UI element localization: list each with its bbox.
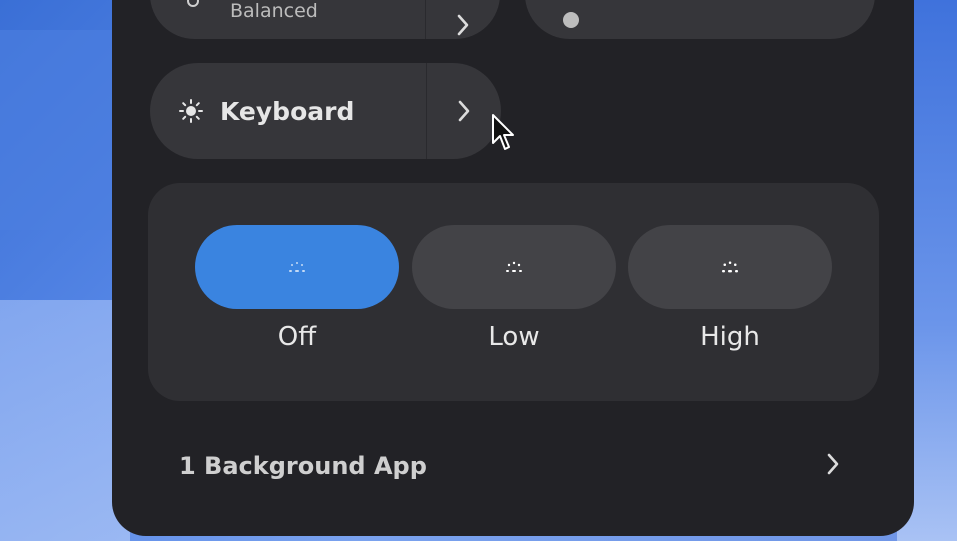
- wallpaper-shape: [0, 300, 130, 541]
- backlight-low-label: Low: [488, 322, 540, 352]
- backlight-off-icon: [284, 260, 310, 274]
- backlight-high-button[interactable]: [628, 225, 832, 309]
- wallpaper-shape: [0, 30, 130, 230]
- backlight-off-button[interactable]: [195, 225, 399, 309]
- background-apps-label: 1 Background App: [179, 452, 427, 480]
- toggle-icon: [561, 10, 581, 34]
- keyboard-brightness-icon: [178, 98, 204, 124]
- chevron-right-icon: [457, 99, 471, 123]
- keyboard-label: Keyboard: [220, 96, 355, 126]
- power-mode-subtitle: Balanced: [230, 0, 318, 22]
- backlight-off-label: Off: [277, 322, 317, 352]
- chevron-right-icon: [826, 452, 840, 480]
- mouse-pointer-icon: [491, 113, 515, 159]
- backlight-low-icon: [501, 260, 527, 274]
- power-mode-toggle[interactable]: Balanced: [150, 0, 500, 39]
- keyboard-toggle-main[interactable]: Keyboard: [150, 63, 426, 159]
- power-mode-icon: [184, 0, 202, 14]
- background-apps-row[interactable]: 1 Background App: [150, 430, 860, 502]
- backlight-low-button[interactable]: [412, 225, 616, 309]
- power-mode-main[interactable]: Balanced: [150, 0, 426, 39]
- keyboard-toggle[interactable]: Keyboard: [150, 63, 501, 159]
- chevron-right-icon: [456, 14, 470, 40]
- quick-toggle[interactable]: [525, 0, 875, 39]
- keyboard-menu-button[interactable]: [426, 63, 501, 159]
- backlight-high-icon: [717, 260, 743, 274]
- backlight-high-label: High: [700, 322, 760, 352]
- power-mode-menu-button[interactable]: [425, 0, 500, 39]
